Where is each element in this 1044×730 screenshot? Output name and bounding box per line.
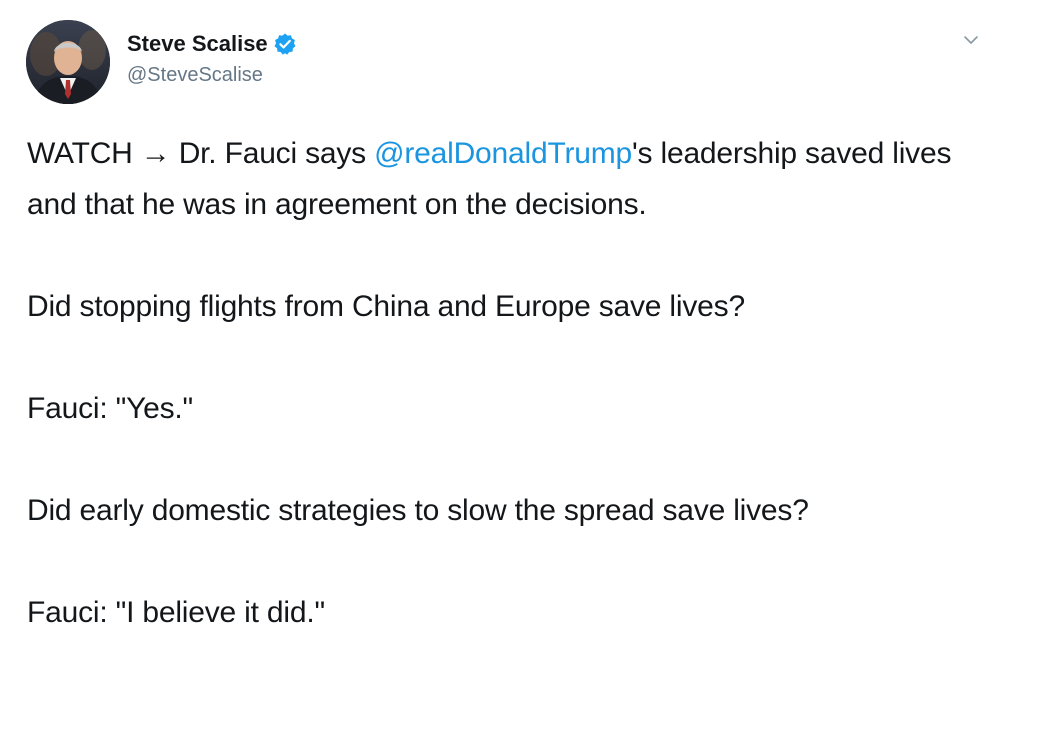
avatar-image <box>26 20 110 104</box>
tweet-paragraph: Fauci: "Yes." <box>27 392 194 425</box>
more-options-button[interactable] <box>957 28 985 52</box>
tweet-text: WATCH → Dr. Fauci says @realDonaldTrump'… <box>27 128 1007 638</box>
chevron-down-icon <box>964 36 978 44</box>
avatar[interactable] <box>26 20 110 104</box>
author-name[interactable]: Steve Scalise <box>127 31 268 57</box>
tweet-paragraph: WATCH → Dr. Fauci says @realDonaldTrump'… <box>27 128 1007 230</box>
verified-badge-icon <box>273 32 297 56</box>
tweet-text-segment: WATCH → Dr. Fauci says <box>27 137 375 170</box>
tweet-paragraph: Fauci: "I believe it did." <box>27 596 325 629</box>
tweet-paragraph: Did early domestic strategies to slow th… <box>27 494 809 527</box>
tweet-card: Steve Scalise @SteveScalise WATCH → Dr. … <box>0 0 1044 730</box>
author-handle[interactable]: @SteveScalise <box>127 64 263 87</box>
author-name-row[interactable]: Steve Scalise <box>127 30 297 58</box>
mention-link[interactable]: @realDonaldTrump <box>374 137 632 170</box>
tweet-paragraph: Did stopping flights from China and Euro… <box>27 290 745 323</box>
